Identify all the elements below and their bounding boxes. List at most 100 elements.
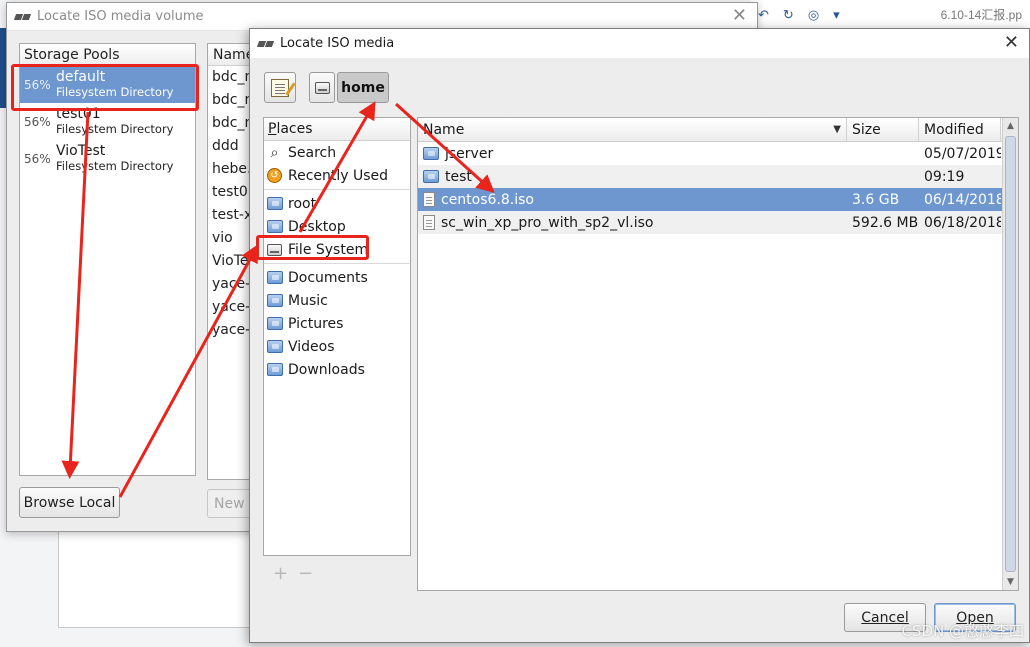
place-label: Recently Used bbox=[288, 167, 389, 184]
pool-type: Filesystem Directory bbox=[56, 121, 174, 136]
path-bar: home bbox=[309, 72, 389, 103]
drive-icon bbox=[266, 242, 283, 257]
pictures-folder-icon bbox=[266, 316, 283, 331]
file-name: jserver bbox=[445, 145, 494, 162]
storage-pool-item[interactable]: 56% default Filesystem Directory bbox=[20, 66, 195, 103]
scroll-down-icon[interactable]: ▼ bbox=[1003, 574, 1018, 590]
place-label: Desktop bbox=[288, 218, 346, 235]
vertical-scrollbar[interactable]: ▲ ▼ bbox=[1002, 118, 1018, 590]
place-label: File System bbox=[288, 241, 369, 258]
pool-name: test01 bbox=[56, 105, 101, 122]
home-folder-icon bbox=[266, 196, 283, 211]
folder-icon bbox=[423, 147, 439, 160]
background-toolbar: ↶ ↻ ◎ ▾ 6.10-14汇报.pp bbox=[750, 0, 1030, 30]
open-button-label: Open bbox=[956, 609, 994, 626]
path-home-button[interactable]: home bbox=[337, 72, 389, 103]
edit-location-icon bbox=[271, 78, 289, 97]
place-item-desktop[interactable]: Desktop bbox=[264, 215, 410, 238]
place-item-recently-used[interactable]: ↺ Recently Used bbox=[264, 164, 410, 187]
background-document-title: 6.10-14汇报.pp bbox=[940, 8, 1022, 22]
close-icon[interactable]: ✕ bbox=[732, 7, 747, 25]
storage-pool-item[interactable]: 56% VioTest Filesystem Directory bbox=[20, 140, 195, 177]
drive-icon bbox=[314, 81, 330, 94]
music-folder-icon bbox=[266, 293, 283, 308]
app-window-icon bbox=[15, 12, 31, 22]
iso-dialog-titlebar: Locate ISO media bbox=[250, 29, 1029, 58]
file-modified: 06/18/2018 bbox=[924, 214, 1001, 231]
scrollbar-thumb[interactable] bbox=[1005, 136, 1016, 572]
remove-bookmark-icon[interactable]: − bbox=[298, 563, 313, 584]
place-label: Documents bbox=[288, 269, 368, 286]
place-item-downloads[interactable]: Downloads bbox=[264, 358, 410, 381]
pool-text: VioTest Filesystem Directory bbox=[56, 143, 173, 174]
pool-text: default Filesystem Directory bbox=[56, 68, 174, 100]
file-modified: 05/07/2019 bbox=[924, 145, 1001, 162]
refresh-icon[interactable]: ↻ bbox=[783, 7, 794, 23]
dropdown-icon[interactable]: ▾ bbox=[833, 7, 840, 23]
pool-usage-percent: 56% bbox=[24, 77, 51, 92]
file-size: 3.6 GB bbox=[852, 191, 900, 208]
column-name-label: Name bbox=[423, 121, 465, 138]
desktop-folder-icon bbox=[266, 219, 283, 234]
pool-type: Filesystem Directory bbox=[56, 84, 174, 99]
place-item-root[interactable]: root bbox=[264, 192, 410, 215]
file-name: test bbox=[445, 168, 472, 185]
volume-dialog-titlebar: Locate ISO media volume bbox=[7, 3, 757, 31]
file-list: Name ▼ Size Modified jserver 05/07/2019 te… bbox=[417, 117, 1019, 591]
recent-icon: ↺ bbox=[266, 168, 283, 183]
volume-dialog-title: Locate ISO media volume bbox=[37, 9, 204, 24]
open-button[interactable]: Open bbox=[934, 603, 1016, 632]
places-header[interactable]: Places bbox=[264, 118, 410, 141]
close-icon[interactable]: ✕ bbox=[1004, 34, 1019, 52]
type-location-button[interactable] bbox=[264, 72, 296, 103]
place-label: Search bbox=[288, 144, 337, 161]
documents-folder-icon bbox=[266, 270, 283, 285]
place-item-pictures[interactable]: Pictures bbox=[264, 312, 410, 335]
place-label: Music bbox=[288, 292, 328, 309]
pool-name: default bbox=[56, 68, 106, 85]
search-icon: ⌕ bbox=[270, 144, 279, 161]
pool-usage-percent: 56% bbox=[24, 114, 51, 129]
camera-icon[interactable]: ◎ bbox=[808, 7, 819, 23]
column-modified[interactable]: Modified bbox=[919, 118, 1001, 141]
place-item-search[interactable]: ⌕ Search bbox=[264, 141, 410, 164]
locate-iso-media-dialog: Locate ISO media ✕ home Places ⌕ Search ↺ R… bbox=[249, 28, 1030, 643]
cancel-button-label: Cancel bbox=[861, 609, 909, 626]
storage-pool-item[interactable]: 56% test01 Filesystem Directory bbox=[20, 103, 195, 140]
file-list-header: Name ▼ Size Modified bbox=[418, 118, 1018, 142]
sort-chevron-icon: ▼ bbox=[833, 124, 841, 135]
place-label: Videos bbox=[288, 338, 335, 355]
file-name-cell: sc_win_xp_pro_with_sp2_vl.iso bbox=[418, 215, 847, 231]
folder-icon bbox=[423, 170, 439, 183]
downloads-folder-icon bbox=[266, 362, 283, 377]
iso-dialog-title: Locate ISO media bbox=[280, 36, 395, 51]
file-modified: 06/14/2018 bbox=[924, 191, 1001, 208]
file-name-cell: jserver bbox=[418, 146, 847, 162]
browse-local-button[interactable]: Browse Local bbox=[19, 487, 120, 518]
places-separator bbox=[264, 189, 410, 190]
file-row[interactable]: jserver 05/07/2019 bbox=[418, 142, 1018, 165]
column-size[interactable]: Size bbox=[847, 118, 919, 141]
file-row[interactable]: test 09:19 bbox=[418, 165, 1018, 188]
place-item-music[interactable]: Music bbox=[264, 289, 410, 312]
scroll-up-icon[interactable]: ▲ bbox=[1003, 118, 1018, 134]
places-sidebar: Places ⌕ Search ↺ Recently Used root Desktop… bbox=[263, 117, 411, 556]
places-toolbar: + − bbox=[263, 560, 411, 586]
path-root-button[interactable] bbox=[309, 72, 335, 103]
column-name[interactable]: Name ▼ bbox=[418, 118, 847, 141]
pool-text: test01 Filesystem Directory bbox=[56, 105, 174, 137]
file-icon bbox=[423, 215, 435, 230]
cancel-button[interactable]: Cancel bbox=[844, 603, 926, 632]
storage-pools-header[interactable]: Storage Pools bbox=[20, 44, 195, 66]
place-label: Pictures bbox=[288, 315, 344, 332]
place-item-videos[interactable]: Videos bbox=[264, 335, 410, 358]
file-row[interactable]: sc_win_xp_pro_with_sp2_vl.iso 592.6 MB 06/… bbox=[418, 211, 1018, 234]
videos-folder-icon bbox=[266, 339, 283, 354]
file-row[interactable]: centos6.8.iso 3.6 GB 06/14/2018 bbox=[418, 188, 1018, 211]
place-item-file-system[interactable]: File System bbox=[264, 238, 410, 261]
add-bookmark-icon[interactable]: + bbox=[273, 563, 288, 584]
file-name: centos6.8.iso bbox=[441, 191, 534, 208]
places-header-rest: laces bbox=[276, 121, 313, 137]
undo-icon[interactable]: ↶ bbox=[758, 7, 769, 23]
place-item-documents[interactable]: Documents bbox=[264, 266, 410, 289]
